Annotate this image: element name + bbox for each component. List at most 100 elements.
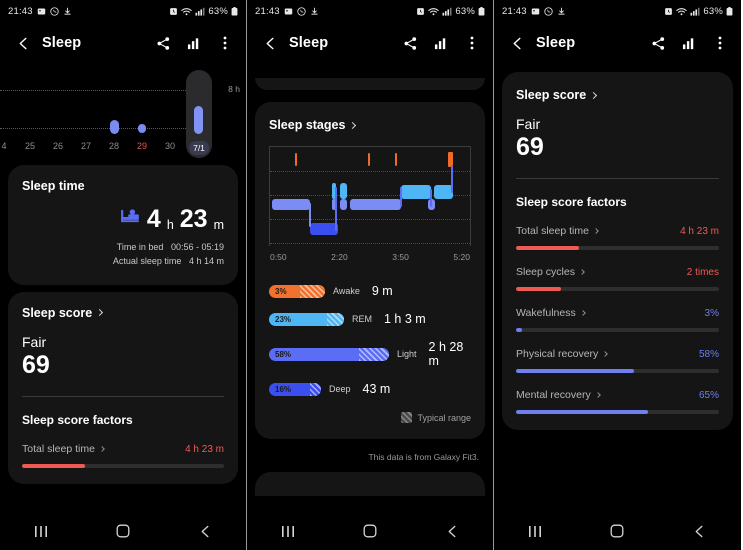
stage-bar: 16%	[269, 382, 321, 396]
wifi-icon	[181, 7, 193, 16]
hypnogram-x-axis: 0:50 2:20 3:50 5:20	[269, 252, 471, 262]
factor-name-wrap: Mental recovery	[516, 389, 601, 401]
factor-row[interactable]: Total sleep time 4 h 23 m	[22, 443, 224, 469]
signal-icon	[195, 7, 205, 16]
sleep-trend-chart[interactable]: 8 h 4 25 26 27 28 29 30 7/1	[0, 64, 246, 159]
chevron-right-icon	[602, 351, 609, 358]
back-icon[interactable]	[437, 521, 467, 541]
back-icon[interactable]	[685, 521, 715, 541]
chevron-right-icon	[593, 228, 599, 235]
typical-range-hatch	[359, 347, 389, 361]
factor-name-wrap: Physical recovery	[516, 348, 609, 361]
factor-label: Physical recovery	[516, 348, 599, 361]
time-in-bed-row: Time in bed 00:56 - 05:19	[22, 241, 224, 255]
home-icon[interactable]	[108, 521, 138, 541]
sleep-stages-title[interactable]: Sleep stages	[269, 118, 471, 132]
factor-progress-track	[516, 369, 719, 374]
sleep-hours: 4	[146, 205, 161, 233]
more-options-icon[interactable]	[711, 34, 729, 52]
factor-name-wrap: Total sleep time	[22, 443, 105, 455]
share-icon[interactable]	[401, 34, 419, 52]
sleep-stages-label: Sleep stages	[269, 118, 346, 132]
trend-x-label: 28	[108, 141, 120, 151]
recents-icon[interactable]	[273, 521, 303, 541]
status-time: 21:43	[502, 5, 527, 17]
phone-screen-3: 21:43 63% Sleep Sleep score Fair 69 Slee…	[494, 0, 741, 550]
factor-row[interactable]: Physical recovery 58%	[516, 348, 719, 374]
hypno-x-label: 3:50	[392, 252, 409, 262]
typical-range-hatch	[327, 312, 344, 326]
signal-icon	[442, 7, 452, 16]
factor-value: 2 times	[686, 266, 719, 278]
stage-bar: 58%	[269, 347, 389, 361]
sleep-score-value: 69	[22, 350, 50, 379]
whatsapp-icon	[50, 6, 59, 16]
recents-icon[interactable]	[520, 521, 550, 541]
time-in-bed-label: Time in bed	[116, 242, 164, 252]
battery-percent: 63%	[208, 5, 228, 17]
phone-screen-2: 21:43 63% Sleep Sleep stages 0:50 2:20 3…	[247, 0, 494, 550]
stage-name: Awake	[333, 286, 360, 296]
share-icon[interactable]	[154, 34, 172, 52]
bar-chart-icon[interactable]	[432, 34, 450, 52]
back-arrow-icon[interactable]	[259, 32, 281, 54]
stage-name: REM	[352, 314, 372, 324]
trend-x-label-selected[interactable]: 7/1	[189, 141, 209, 155]
recents-icon[interactable]	[26, 521, 56, 541]
sleep-score-title[interactable]: Sleep score	[22, 306, 224, 320]
download-icon	[63, 7, 72, 16]
scroll-area-1[interactable]: 8 h 4 25 26 27 28 29 30 7/1 Sleep time 4…	[0, 64, 246, 550]
scroll-area-3[interactable]: Sleep score Fair 69 Sleep score factors …	[494, 64, 741, 550]
factor-progress-fill	[516, 410, 648, 415]
home-icon[interactable]	[355, 521, 385, 541]
back-arrow-icon[interactable]	[506, 32, 528, 54]
hypnogram-plot	[269, 146, 471, 246]
rem-segment	[340, 183, 347, 199]
factor-progress-track	[516, 246, 719, 251]
more-options-icon[interactable]	[463, 34, 481, 52]
stage-duration: 2 h 28 m	[428, 340, 464, 368]
bar-chart-icon[interactable]	[185, 34, 203, 52]
whatsapp-icon	[297, 6, 306, 16]
factor-row[interactable]: Wakefulness 3%	[516, 307, 719, 333]
card-top-stub	[255, 78, 485, 90]
bar-chart-icon[interactable]	[680, 34, 698, 52]
trend-x-label: 27	[80, 141, 92, 151]
factor-label: Sleep cycles	[516, 266, 575, 279]
chevron-right-icon	[99, 446, 105, 452]
more-options-icon[interactable]	[216, 34, 234, 52]
scroll-area-2[interactable]: Sleep stages 0:50 2:20 3:50 5:20 3% Awak…	[247, 64, 493, 550]
factor-row[interactable]: Sleep cycles 2 times	[516, 266, 719, 292]
app-bar: Sleep	[0, 22, 246, 64]
signal-icon	[690, 7, 700, 16]
stage-row-light: 58% Light 2 h 28 m	[269, 340, 471, 368]
factor-row[interactable]: Total sleep time 4 h 23 m	[516, 225, 719, 251]
gallery-icon	[37, 7, 46, 16]
whatsapp-icon	[544, 6, 553, 16]
factor-row[interactable]: Mental recovery 65%	[516, 389, 719, 415]
sleep-score-value: 69	[516, 133, 544, 161]
typical-range-label: Typical range	[417, 412, 471, 423]
sleep-time-value-row: 4 h 23 m	[22, 207, 224, 232]
page-title: Sleep	[289, 35, 329, 51]
home-icon[interactable]	[602, 521, 632, 541]
hypnogram-chart[interactable]: 0:50 2:20 3:50 5:20	[269, 146, 471, 262]
share-icon[interactable]	[649, 34, 667, 52]
back-arrow-icon[interactable]	[12, 32, 34, 54]
stage-bar: 23%	[269, 312, 344, 326]
factor-value: 3%	[704, 307, 719, 319]
factor-name-wrap: Wakefulness	[516, 307, 586, 319]
trend-x-label: 26	[52, 141, 64, 151]
sleep-score-title[interactable]: Sleep score	[516, 88, 719, 102]
trend-x-label: 4	[1, 141, 7, 151]
typical-range-legend: Typical range	[269, 412, 471, 423]
factor-value: 65%	[698, 389, 719, 401]
back-icon[interactable]	[190, 521, 220, 541]
chevron-right-icon	[579, 310, 586, 317]
sleep-minutes: 23	[179, 205, 208, 233]
stage-row-awake: 3% Awake 9 m	[269, 284, 471, 298]
stage-duration: 43 m	[362, 382, 391, 396]
data-source-note: This data is from Galaxy Fit3.	[368, 452, 479, 462]
status-time: 21:43	[255, 5, 280, 17]
stage-name: Deep	[329, 384, 351, 394]
